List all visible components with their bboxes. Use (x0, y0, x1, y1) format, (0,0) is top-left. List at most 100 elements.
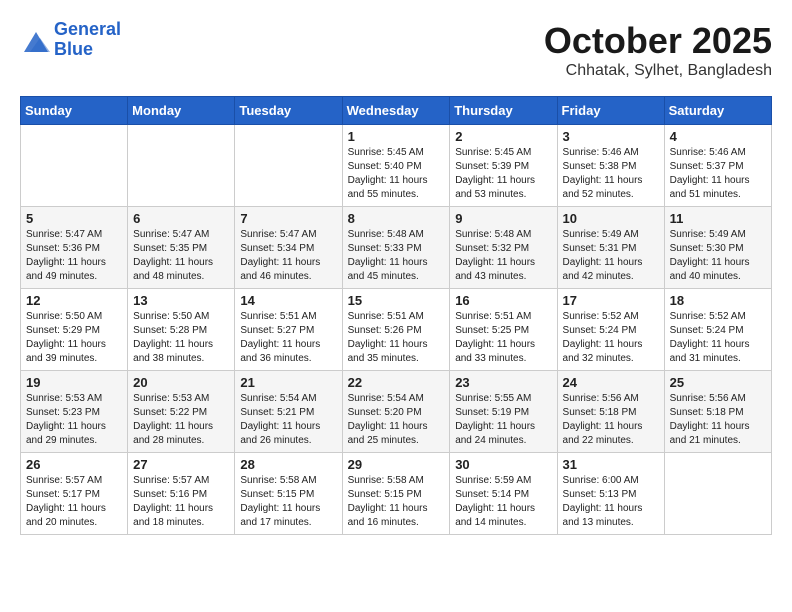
calendar-cell (235, 125, 342, 207)
title-block: October 2025 Chhatak, Sylhet, Bangladesh (544, 20, 772, 80)
calendar-cell: 11 Sunrise: 5:49 AM Sunset: 5:30 PM Dayli… (664, 207, 771, 289)
day-number: 17 (563, 293, 659, 308)
day-number: 21 (240, 375, 336, 390)
day-number: 13 (133, 293, 229, 308)
calendar-cell: 6 Sunrise: 5:47 AM Sunset: 5:35 PM Daylig… (128, 207, 235, 289)
day-number: 26 (26, 457, 122, 472)
page-header: General Blue October 2025 Chhatak, Sylhe… (20, 20, 772, 80)
day-number: 12 (26, 293, 122, 308)
calendar-cell: 27 Sunrise: 5:57 AM Sunset: 5:16 PM Dayli… (128, 453, 235, 535)
day-info: Sunrise: 5:56 AM Sunset: 5:18 PM Dayligh… (670, 392, 766, 448)
day-number: 16 (455, 293, 551, 308)
day-info: Sunrise: 5:58 AM Sunset: 5:15 PM Dayligh… (240, 474, 336, 530)
day-number: 8 (348, 211, 445, 226)
day-info: Sunrise: 5:53 AM Sunset: 5:23 PM Dayligh… (26, 392, 122, 448)
calendar-cell: 15Sunrise: 5:51 AM Sunset: 5:26 PM Dayli… (342, 289, 450, 371)
day-info: Sunrise: 5:57 AM Sunset: 5:16 PM Dayligh… (133, 474, 229, 530)
day-number: 24 (563, 375, 659, 390)
day-info: Sunrise: 5:56 AM Sunset: 5:18 PM Dayligh… (563, 392, 659, 448)
day-info: Sunrise: 5:48 AM Sunset: 5:32 PM Dayligh… (455, 228, 551, 284)
calendar-cell: 9 Sunrise: 5:48 AM Sunset: 5:32 PM Daylig… (450, 207, 557, 289)
day-number: 25 (670, 375, 766, 390)
day-info: Sunrise: 5:47 AM Sunset: 5:35 PM Dayligh… (133, 228, 229, 284)
day-info: Sunrise: 5:45 AM Sunset: 5:40 PM Dayligh… (348, 146, 445, 202)
calendar-cell (128, 125, 235, 207)
calendar-cell: 8 Sunrise: 5:48 AM Sunset: 5:33 PM Daylig… (342, 207, 450, 289)
weekday-header-saturday: Saturday (664, 97, 771, 125)
calendar-cell: 7 Sunrise: 5:47 AM Sunset: 5:34 PM Daylig… (235, 207, 342, 289)
day-number: 20 (133, 375, 229, 390)
day-number: 3 (563, 129, 659, 144)
calendar-cell: 24 Sunrise: 5:56 AM Sunset: 5:18 PM Dayli… (557, 371, 664, 453)
day-info: Sunrise: 5:47 AM Sunset: 5:34 PM Dayligh… (240, 228, 336, 284)
calendar-cell: 12 Sunrise: 5:50 AM Sunset: 5:29 PM Dayli… (21, 289, 128, 371)
logo-text: General Blue (54, 20, 121, 60)
day-number: 4 (670, 129, 766, 144)
calendar-cell: 22Sunrise: 5:54 AM Sunset: 5:20 PM Dayli… (342, 371, 450, 453)
logo: General Blue (20, 20, 121, 60)
weekday-header-thursday: Thursday (450, 97, 557, 125)
calendar-cell: 30Sunrise: 5:59 AM Sunset: 5:14 PM Dayli… (450, 453, 557, 535)
day-info: Sunrise: 5:52 AM Sunset: 5:24 PM Dayligh… (563, 310, 659, 366)
calendar-week-row: 26 Sunrise: 5:57 AM Sunset: 5:17 PM Dayli… (21, 453, 772, 535)
calendar-cell: 26 Sunrise: 5:57 AM Sunset: 5:17 PM Dayli… (21, 453, 128, 535)
day-number: 1 (348, 129, 445, 144)
day-number: 9 (455, 211, 551, 226)
weekday-header-monday: Monday (128, 97, 235, 125)
day-number: 5 (26, 211, 122, 226)
calendar-cell: 29Sunrise: 5:58 AM Sunset: 5:15 PM Dayli… (342, 453, 450, 535)
day-info: Sunrise: 5:54 AM Sunset: 5:20 PM Dayligh… (348, 392, 445, 448)
calendar-cell (21, 125, 128, 207)
day-info: Sunrise: 5:50 AM Sunset: 5:28 PM Dayligh… (133, 310, 229, 366)
day-number: 28 (240, 457, 336, 472)
calendar-header-row: SundayMondayTuesdayWednesdayThursdayFrid… (21, 97, 772, 125)
location-title: Chhatak, Sylhet, Bangladesh (544, 62, 772, 80)
day-number: 23 (455, 375, 551, 390)
weekday-header-wednesday: Wednesday (342, 97, 450, 125)
calendar-cell: 10Sunrise: 5:49 AM Sunset: 5:31 PM Dayli… (557, 207, 664, 289)
logo-icon (20, 28, 50, 52)
calendar-cell: 20 Sunrise: 5:53 AM Sunset: 5:22 PM Dayli… (128, 371, 235, 453)
day-info: Sunrise: 5:49 AM Sunset: 5:30 PM Dayligh… (670, 228, 766, 284)
calendar-week-row: 19Sunrise: 5:53 AM Sunset: 5:23 PM Dayli… (21, 371, 772, 453)
day-number: 14 (240, 293, 336, 308)
day-info: Sunrise: 5:55 AM Sunset: 5:19 PM Dayligh… (455, 392, 551, 448)
calendar-cell: 13 Sunrise: 5:50 AM Sunset: 5:28 PM Dayli… (128, 289, 235, 371)
day-info: Sunrise: 5:47 AM Sunset: 5:36 PM Dayligh… (26, 228, 122, 284)
day-info: Sunrise: 5:57 AM Sunset: 5:17 PM Dayligh… (26, 474, 122, 530)
calendar-cell: 3 Sunrise: 5:46 AM Sunset: 5:38 PM Daylig… (557, 125, 664, 207)
day-info: Sunrise: 5:50 AM Sunset: 5:29 PM Dayligh… (26, 310, 122, 366)
calendar-cell: 28 Sunrise: 5:58 AM Sunset: 5:15 PM Dayli… (235, 453, 342, 535)
weekday-header-friday: Friday (557, 97, 664, 125)
day-number: 27 (133, 457, 229, 472)
day-info: Sunrise: 5:54 AM Sunset: 5:21 PM Dayligh… (240, 392, 336, 448)
calendar-cell: 19Sunrise: 5:53 AM Sunset: 5:23 PM Dayli… (21, 371, 128, 453)
day-info: Sunrise: 5:51 AM Sunset: 5:27 PM Dayligh… (240, 310, 336, 366)
day-info: Sunrise: 5:45 AM Sunset: 5:39 PM Dayligh… (455, 146, 551, 202)
calendar-table: SundayMondayTuesdayWednesdayThursdayFrid… (20, 96, 772, 535)
day-info: Sunrise: 5:53 AM Sunset: 5:22 PM Dayligh… (133, 392, 229, 448)
calendar-cell: 4 Sunrise: 5:46 AM Sunset: 5:37 PM Daylig… (664, 125, 771, 207)
day-number: 2 (455, 129, 551, 144)
day-info: Sunrise: 5:46 AM Sunset: 5:37 PM Dayligh… (670, 146, 766, 202)
day-info: Sunrise: 5:48 AM Sunset: 5:33 PM Dayligh… (348, 228, 445, 284)
calendar-cell: 16Sunrise: 5:51 AM Sunset: 5:25 PM Dayli… (450, 289, 557, 371)
calendar-cell: 31Sunrise: 6:00 AM Sunset: 5:13 PM Dayli… (557, 453, 664, 535)
weekday-header-sunday: Sunday (21, 97, 128, 125)
day-number: 6 (133, 211, 229, 226)
calendar-cell (664, 453, 771, 535)
calendar-week-row: 1 Sunrise: 5:45 AM Sunset: 5:40 PM Daylig… (21, 125, 772, 207)
day-number: 7 (240, 211, 336, 226)
calendar-cell: 25 Sunrise: 5:56 AM Sunset: 5:18 PM Dayli… (664, 371, 771, 453)
calendar-week-row: 12 Sunrise: 5:50 AM Sunset: 5:29 PM Dayli… (21, 289, 772, 371)
day-number: 29 (348, 457, 445, 472)
calendar-week-row: 5 Sunrise: 5:47 AM Sunset: 5:36 PM Daylig… (21, 207, 772, 289)
day-number: 11 (670, 211, 766, 226)
calendar-cell: 23 Sunrise: 5:55 AM Sunset: 5:19 PM Dayli… (450, 371, 557, 453)
day-info: Sunrise: 6:00 AM Sunset: 5:13 PM Dayligh… (563, 474, 659, 530)
calendar-cell: 17 Sunrise: 5:52 AM Sunset: 5:24 PM Dayli… (557, 289, 664, 371)
day-number: 10 (563, 211, 659, 226)
day-info: Sunrise: 5:46 AM Sunset: 5:38 PM Dayligh… (563, 146, 659, 202)
calendar-cell: 18Sunrise: 5:52 AM Sunset: 5:24 PM Dayli… (664, 289, 771, 371)
day-number: 18 (670, 293, 766, 308)
